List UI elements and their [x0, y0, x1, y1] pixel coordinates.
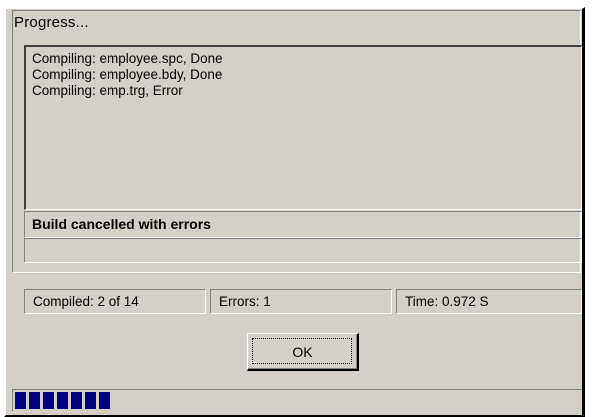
log-line: Compiling: emp.trg, Error — [32, 83, 183, 98]
compile-log[interactable]: Compiling: employee.spc, Done Compiling:… — [24, 45, 582, 210]
focus-rectangle — [252, 338, 352, 364]
progress-fill — [15, 392, 110, 409]
elapsed-time: Time: 0.972 S — [396, 289, 582, 314]
progress-title: Progress... — [14, 14, 89, 31]
compiled-count: Compiled: 2 of 14 — [24, 289, 206, 314]
progress-bar — [12, 389, 582, 411]
log-line: Compiling: employee.spc, Done — [32, 51, 223, 66]
build-status-detail — [24, 238, 582, 263]
ok-button[interactable]: OK — [247, 333, 359, 371]
error-count: Errors: 1 — [210, 289, 392, 314]
build-status: Build cancelled with errors — [24, 211, 582, 238]
log-line: Compiling: employee.bdy, Done — [32, 67, 223, 82]
progress-track — [15, 392, 580, 409]
